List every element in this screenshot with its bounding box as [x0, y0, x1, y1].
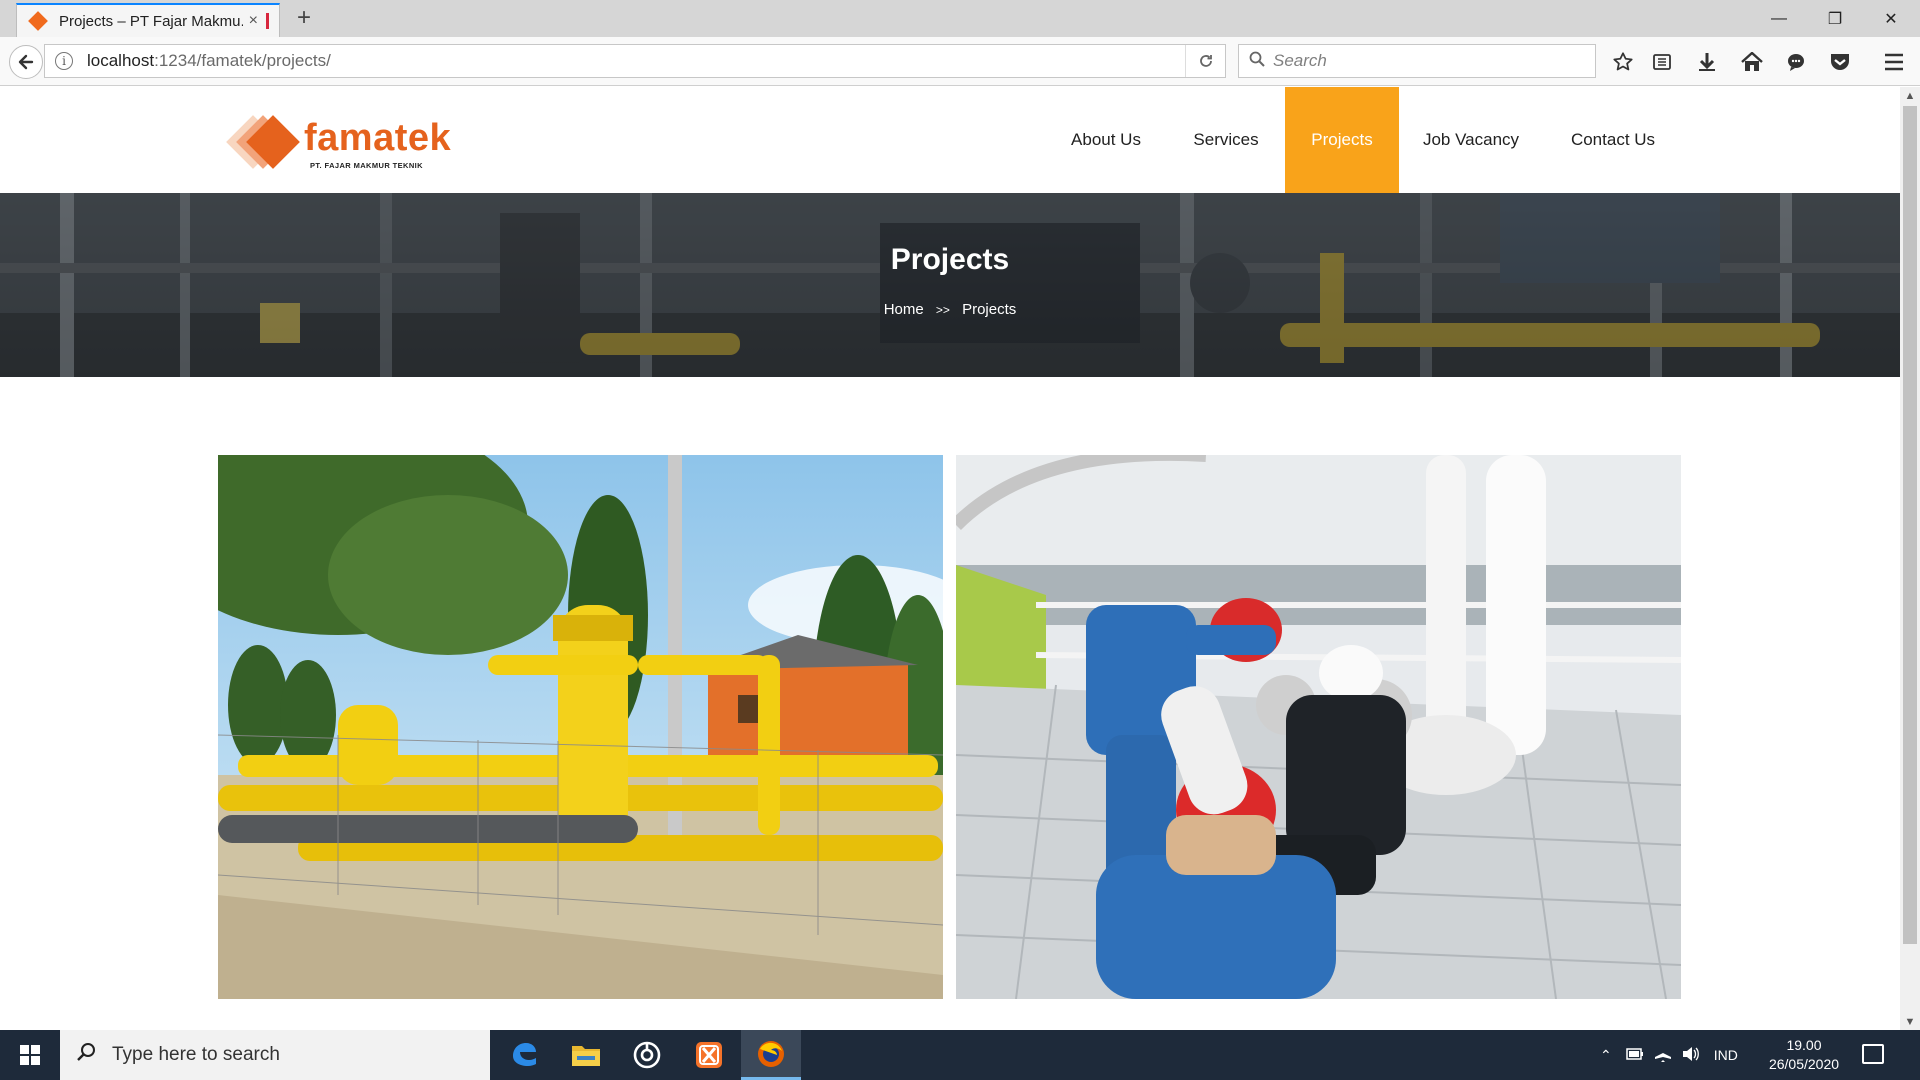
airplane-mode-icon[interactable] [1654, 1045, 1672, 1066]
clock-time: 19.00 [1786, 1037, 1822, 1053]
scroll-down-icon[interactable]: ▼ [1900, 1013, 1920, 1030]
minimize-button[interactable]: — [1756, 0, 1802, 37]
browser-tab-projects[interactable]: Projects – PT Fajar Makmu... × [16, 3, 280, 37]
menu-item-job-vacancy[interactable]: Job Vacancy [1399, 87, 1543, 193]
download-icon[interactable] [1693, 50, 1721, 74]
menu-icon[interactable] [1880, 50, 1908, 74]
tab-close-icon[interactable]: × [249, 12, 258, 30]
restore-button[interactable]: ❐ [1812, 0, 1858, 37]
chevron-up-icon[interactable]: ⌃ [1600, 1047, 1612, 1064]
system-tray: ⌃ IND [1600, 1030, 1738, 1080]
media-app-icon[interactable] [617, 1030, 677, 1080]
breadcrumb-current: Projects [962, 301, 1017, 318]
project-image [218, 455, 943, 999]
reload-icon[interactable] [1185, 45, 1225, 77]
project-photo-gas-station[interactable] [218, 455, 943, 999]
bookmark-star-icon[interactable] [1609, 50, 1637, 74]
windows-logo-icon [20, 1045, 40, 1065]
menu-item-services[interactable]: Services [1166, 87, 1286, 193]
clock-date: 26/05/2020 [1768, 1056, 1840, 1072]
logo-wordmark: famatek [304, 117, 452, 159]
tab-title: Projects – PT Fajar Makmu... [59, 12, 243, 30]
close-window-button[interactable]: ✕ [1868, 0, 1914, 37]
taskbar-search-input[interactable]: Type here to search [60, 1030, 490, 1080]
volume-icon[interactable] [1682, 1046, 1700, 1065]
taskbar-clock[interactable]: 19.00 26/05/2020 [1760, 1036, 1848, 1074]
chat-icon[interactable] [1782, 50, 1810, 74]
site-favicon-icon [28, 11, 48, 31]
pocket-icon[interactable] [1826, 50, 1854, 74]
famatek-logo[interactable]: famatek PT. FAJAR MAKMUR TEKNIK [220, 115, 451, 173]
breadcrumb-home-link[interactable]: Home [884, 301, 924, 318]
site-info-icon[interactable]: i [55, 52, 73, 70]
search-icon [1249, 51, 1265, 72]
battery-icon[interactable] [1625, 1047, 1644, 1063]
notification-center-icon[interactable] [1862, 1044, 1884, 1064]
page-title: Projects [890, 243, 1010, 276]
url-host: localhost [87, 51, 155, 70]
page-viewport: famatek PT. FAJAR MAKMUR TEKNIK About Us… [0, 87, 1900, 1030]
tab-bar: Projects – PT Fajar Makmu... × + — ❐ ✕ [0, 0, 1920, 37]
logo-subtitle: PT. FAJAR MAKMUR TEKNIK [310, 161, 423, 170]
xampp-icon[interactable] [679, 1030, 739, 1080]
back-arrow-icon [18, 54, 34, 70]
hero-background-image [0, 193, 1900, 377]
taskbar-search-placeholder: Type here to search [112, 1044, 280, 1065]
navigation-toolbar: i localhost:1234/famatek/projects/ Searc… [0, 37, 1920, 86]
menu-item-projects[interactable]: Projects [1285, 87, 1399, 193]
file-explorer-icon[interactable] [556, 1030, 616, 1080]
url-path: :1234/famatek/projects/ [154, 51, 331, 70]
project-image [956, 455, 1681, 999]
search-placeholder: Search [1273, 51, 1327, 70]
site-header: famatek PT. FAJAR MAKMUR TEKNIK About Us… [0, 87, 1900, 193]
project-photo-tank-workers[interactable] [956, 455, 1681, 999]
firefox-icon[interactable] [741, 1030, 801, 1080]
start-button[interactable] [0, 1030, 60, 1080]
reading-list-icon[interactable] [1648, 50, 1676, 74]
breadcrumb-separator: >> [935, 303, 950, 317]
page-hero-banner: Projects Home >> Projects [0, 193, 1900, 377]
scroll-up-icon[interactable]: ▲ [1900, 87, 1920, 104]
windows-taskbar: Type here to search ⌃ IND 19.00 26/05/20… [0, 1030, 1920, 1080]
breadcrumb: Home >> Projects [0, 301, 1900, 318]
new-tab-button[interactable]: + [292, 4, 316, 32]
scrollbar-thumb[interactable] [1903, 106, 1917, 944]
menu-item-contact-us[interactable]: Contact Us [1543, 87, 1683, 193]
tab-indicator-icon [266, 13, 269, 29]
back-button[interactable] [9, 45, 43, 79]
language-indicator[interactable]: IND [1714, 1047, 1738, 1063]
page-scrollbar[interactable]: ▲ ▼ [1900, 87, 1920, 1030]
menu-item-about-us[interactable]: About Us [1046, 87, 1166, 193]
search-input[interactable]: Search [1238, 44, 1596, 78]
address-bar[interactable]: i localhost:1234/famatek/projects/ [44, 44, 1226, 78]
home-icon[interactable] [1738, 50, 1766, 74]
edge-icon[interactable] [494, 1030, 554, 1080]
search-icon [76, 1042, 96, 1068]
